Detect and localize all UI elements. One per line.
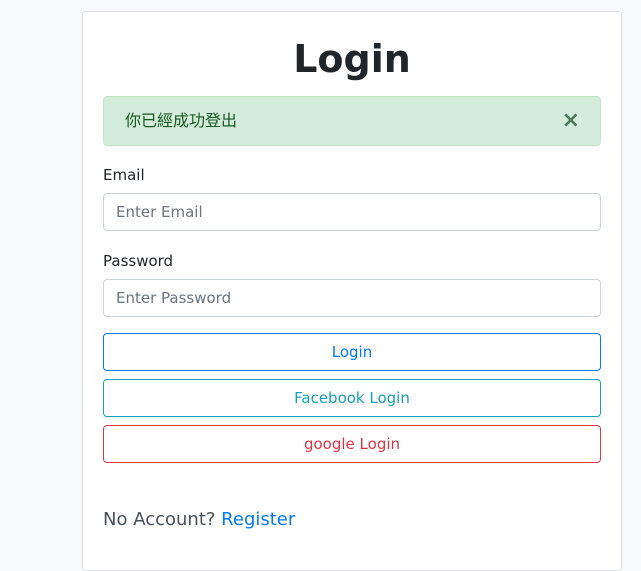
login-button[interactable]: Login <box>103 333 601 371</box>
email-field[interactable] <box>103 193 601 231</box>
alert-message: 你已經成功登出 <box>125 111 238 130</box>
email-label: Email <box>103 166 145 184</box>
register-link[interactable]: Register <box>221 509 295 530</box>
page-title: Login <box>293 37 411 81</box>
facebook-login-button[interactable]: Facebook Login <box>103 379 601 417</box>
close-icon[interactable]: × <box>562 97 580 145</box>
password-label: Password <box>103 252 174 270</box>
login-card: Login 你已經成功登出 × Email Password Login Fac… <box>82 11 622 571</box>
register-prompt: No Account? Register <box>103 509 601 530</box>
password-field[interactable] <box>103 279 601 317</box>
logout-success-alert: 你已經成功登出 × <box>103 96 601 146</box>
google-login-button[interactable]: google Login <box>103 425 601 463</box>
no-account-text: No Account? <box>103 509 216 530</box>
